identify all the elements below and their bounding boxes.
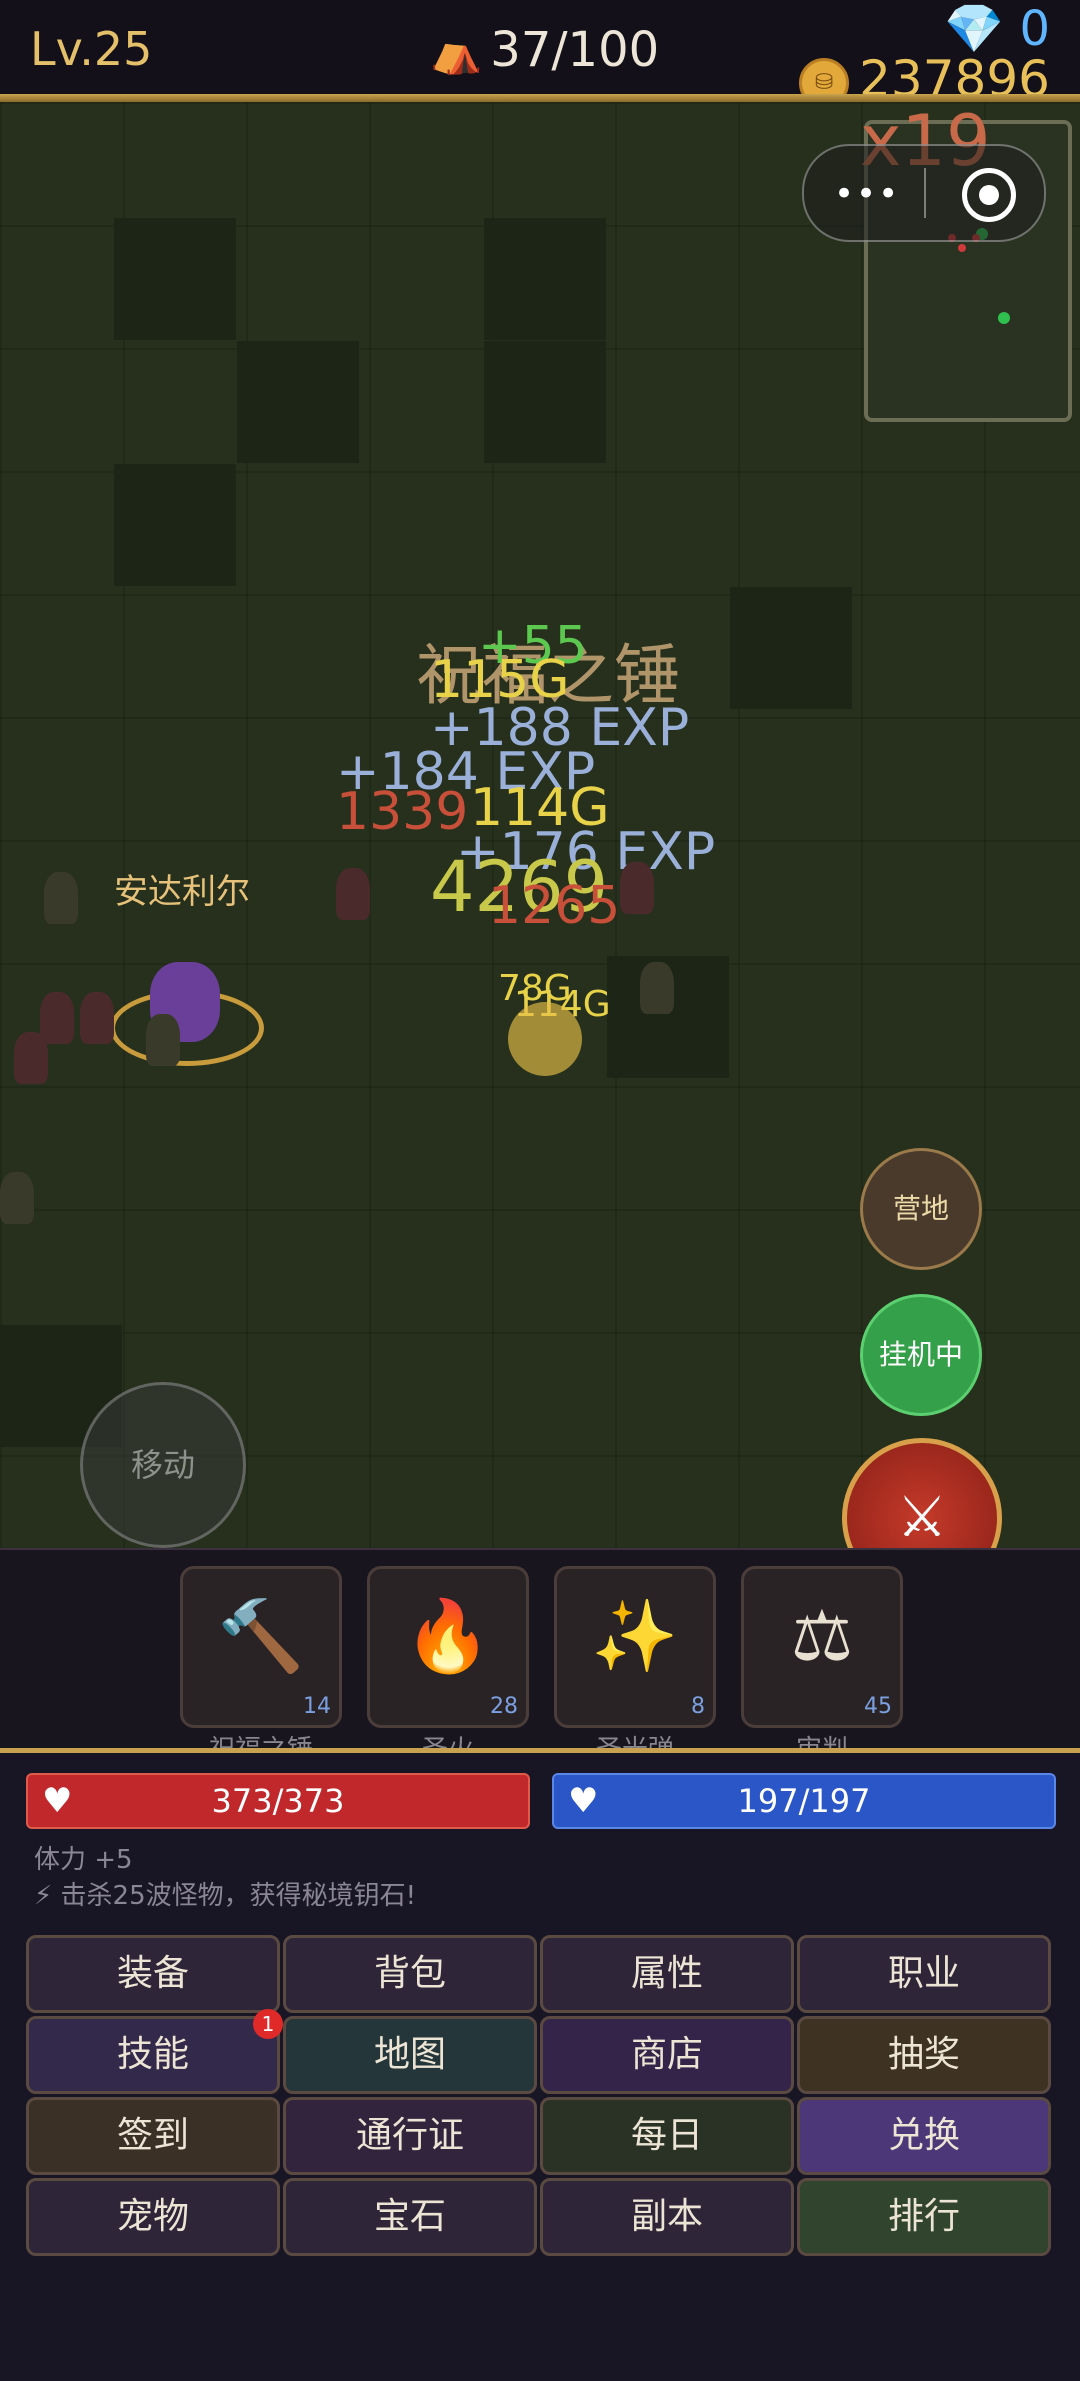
menu-button-4[interactable]: 职业 xyxy=(797,1935,1051,2013)
menu-label: 抽奖 xyxy=(887,2034,960,2075)
mp-bar: ♥ 197/197 xyxy=(552,1773,1056,1829)
mp-value: 197/197 xyxy=(737,1782,871,1820)
skill-slot-1[interactable]: 🔨14祝福之锤 xyxy=(180,1566,342,1765)
menu-label: 宠物 xyxy=(116,2196,189,2237)
menu-label: 商店 xyxy=(630,2034,703,2075)
auto-battle-button[interactable]: 挂机中 xyxy=(860,1294,982,1416)
dark-tile xyxy=(237,341,359,463)
enemy[interactable] xyxy=(40,992,74,1044)
enemy[interactable] xyxy=(14,1032,48,1084)
menu-label: 职业 xyxy=(887,1953,960,1994)
skill-level: 45 xyxy=(864,1694,892,1719)
hp-bar: ♥ 373/373 xyxy=(26,1773,530,1829)
skill-level: 28 xyxy=(490,1694,518,1719)
menu-label: 属性 xyxy=(630,1953,703,1994)
tent-tree-icon: ⛺ xyxy=(430,27,483,76)
player-level: Lv.25 xyxy=(30,22,153,76)
minimap-enemy-dot xyxy=(958,244,966,252)
menu-label: 宝石 xyxy=(373,2196,446,2237)
diamond-icon: 💎 xyxy=(944,1,1005,57)
hammer-icon: 🔨 xyxy=(217,1595,305,1677)
menu-button-8[interactable]: 抽奖 xyxy=(797,2016,1051,2094)
crossed-swords-icon: ⚔ xyxy=(896,1485,948,1548)
notification-badge: 1 xyxy=(253,2009,283,2039)
menu-button-5[interactable]: 技能 1 xyxy=(26,2009,283,2094)
skill-slot-4[interactable]: ⚖45审判 xyxy=(741,1566,903,1765)
skill-level: 8 xyxy=(691,1694,705,1719)
menu-button-14[interactable]: 宝石 xyxy=(283,2178,537,2256)
menu-button-12[interactable]: 兑换 xyxy=(797,2097,1051,2175)
enemy[interactable] xyxy=(336,868,370,920)
minimap-marker-dot xyxy=(998,312,1010,324)
menu-label: 背包 xyxy=(373,1953,446,1994)
menu-label: 技能 xyxy=(116,2034,189,2075)
gem-counter: 💎 0 xyxy=(944,0,1050,57)
menu-button-9[interactable]: 签到 xyxy=(26,2097,280,2175)
heart-icon: ♥ xyxy=(42,1781,73,1821)
menu-button-6[interactable]: 地图 xyxy=(283,2016,537,2094)
menu-button-10[interactable]: 通行证 xyxy=(283,2097,537,2175)
floating-text: 1339 xyxy=(336,782,469,842)
skill-bar: 🔨14祝福之锤🔥28圣火✨8圣光弹⚖45审判 xyxy=(0,1548,1080,1765)
floating-text: 1265 xyxy=(488,876,621,936)
menu-label: 排行 xyxy=(887,2196,960,2237)
mana-heart-icon: ♥ xyxy=(568,1781,599,1821)
enemy[interactable] xyxy=(0,1172,34,1224)
menu-button-16[interactable]: 排行 xyxy=(797,2178,1051,2256)
dark-tile xyxy=(484,218,606,340)
menu-label: 每日 xyxy=(630,2115,703,2156)
close-target-icon[interactable] xyxy=(962,168,1016,222)
stage-progress: ⛺ 37/100 xyxy=(430,22,659,78)
quest-tip: ⚡ 击杀25波怪物，获得秘境钥石! xyxy=(34,1881,417,1911)
menu-label: 兑换 xyxy=(887,2115,960,2156)
enemy[interactable] xyxy=(620,862,654,914)
scales-icon: ⚖ xyxy=(790,1595,854,1677)
player-hero xyxy=(508,1002,582,1076)
hp-value: 373/373 xyxy=(211,1782,345,1820)
menu-button-3[interactable]: 属性 xyxy=(540,1935,794,2013)
menu-button-13[interactable]: 宠物 xyxy=(26,2178,280,2256)
menu-label: 通行证 xyxy=(355,2115,464,2156)
menu-label: 副本 xyxy=(630,2196,703,2237)
mini-program-capsule[interactable]: ••• xyxy=(802,144,1046,242)
dark-tile xyxy=(484,341,606,463)
capsule-divider xyxy=(924,168,926,218)
enemy[interactable] xyxy=(80,992,114,1044)
stage-count: 37/100 xyxy=(490,22,660,78)
menu-button-11[interactable]: 每日 xyxy=(540,2097,794,2175)
more-icon[interactable]: ••• xyxy=(834,174,900,214)
enemy[interactable] xyxy=(640,962,674,1014)
move-joystick[interactable]: 移动 xyxy=(80,1382,246,1548)
skill-slot-3[interactable]: ✨8圣光弹 xyxy=(554,1566,716,1765)
top-bar: Lv.25 ⛺ 37/100 💎 0 ⛁ 237896 xyxy=(0,0,1080,108)
flame-icon: 🔥 xyxy=(404,1595,492,1677)
npc-name: 安达利尔 xyxy=(114,872,250,912)
menu-button-2[interactable]: 背包 xyxy=(283,1935,537,2013)
enemy[interactable] xyxy=(146,1014,180,1066)
sparkle-icon: ✨ xyxy=(591,1595,679,1677)
menu-label: 签到 xyxy=(116,2115,189,2156)
dark-tile xyxy=(114,218,236,340)
dark-tile xyxy=(114,464,236,586)
gem-count: 0 xyxy=(1019,1,1050,57)
menu-label: 地图 xyxy=(373,2034,446,2075)
dark-tile xyxy=(730,587,852,709)
camp-button[interactable]: 营地 xyxy=(860,1148,982,1270)
status-panel: ♥ 373/373 ♥ 197/197 体力 +5 ⚡ 击杀25波怪物，获得秘境钥石… xyxy=(0,1748,1080,2381)
skill-level: 14 xyxy=(303,1694,331,1719)
enemy[interactable] xyxy=(44,872,78,924)
menu-button-7[interactable]: 商店 xyxy=(540,2016,794,2094)
menu-button-15[interactable]: 副本 xyxy=(540,2178,794,2256)
menu-label: 装备 xyxy=(116,1953,189,1994)
stamina-tip: 体力 +5 xyxy=(34,1845,133,1875)
menu-button-1[interactable]: 装备 xyxy=(26,1935,280,2013)
skill-slot-2[interactable]: 🔥28圣火 xyxy=(367,1566,529,1765)
